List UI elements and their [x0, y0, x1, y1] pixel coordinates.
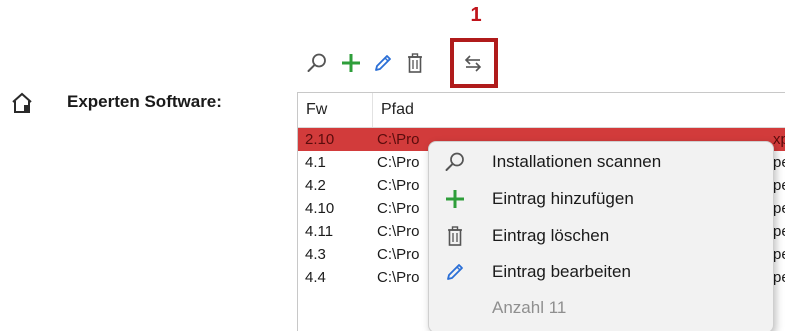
menu-item-eintrag-hinzufügen[interactable]: Eintrag hinzufügen: [429, 181, 773, 217]
table-header: Fw Pfad: [298, 93, 785, 128]
menu-item-eintrag-löschen[interactable]: Eintrag löschen: [429, 218, 773, 254]
search-icon: [307, 53, 326, 72]
page: 1 Experten Software: Fw Pfad 2.10 C:\Pro…: [0, 0, 785, 331]
pencil-icon: [443, 260, 467, 284]
menu-item-label: Eintrag hinzufügen: [492, 189, 634, 208]
cell-fw: 4.2: [305, 177, 326, 194]
cell-fw: 2.10: [305, 131, 335, 148]
cell-pfad-tail: pe: [773, 246, 785, 263]
toolbar: [302, 46, 502, 80]
cell-fw: 4.4: [305, 269, 326, 286]
delete-button[interactable]: [400, 46, 430, 80]
cell-fw: 4.10: [305, 200, 335, 217]
menu-item-label: Installationen scannen: [492, 152, 662, 171]
menu-item-label: Eintrag bearbeiten: [492, 262, 631, 281]
cell-fw: 4.11: [305, 223, 334, 240]
search-icon: [443, 150, 467, 174]
context-menu: Installationen scannen Eintrag hinzufügen…: [428, 141, 774, 331]
plus-icon: [342, 54, 360, 72]
edit-button[interactable]: [368, 46, 398, 80]
cell-pfad-tail: pe: [773, 177, 785, 194]
swap-arrows-icon: [464, 55, 482, 72]
column-separator[interactable]: [372, 93, 373, 127]
section-label: Experten Software:: [67, 92, 222, 111]
cell-fw: 4.1: [305, 154, 326, 171]
plus-icon: [443, 187, 467, 211]
column-header-fw[interactable]: Fw: [306, 93, 327, 127]
trash-icon: [443, 224, 467, 248]
cell-pfad-tail: pe: [773, 200, 785, 217]
cell-pfad-tail: pe: [773, 154, 785, 171]
swap-button[interactable]: [458, 46, 488, 80]
cell-pfad-tail: xp: [773, 131, 785, 148]
callout-number: 1: [470, 4, 482, 26]
menu-item-installationen-scannen[interactable]: Installationen scannen: [429, 144, 773, 180]
column-header-pfad[interactable]: Pfad: [381, 93, 414, 127]
cell-fw: 4.3: [305, 246, 326, 263]
menu-item-icon-placeholder: [443, 296, 467, 320]
cell-pfad-tail: pe: [773, 269, 785, 286]
menu-item-eintrag-bearbeiten[interactable]: Eintrag bearbeiten: [429, 254, 773, 290]
add-button[interactable]: [336, 46, 366, 80]
search-button[interactable]: [302, 46, 332, 80]
cell-pfad-tail: pe: [773, 223, 785, 240]
menu-item-label: Anzahl 11: [492, 298, 567, 317]
menu-item-anzahl-11: Anzahl 11: [429, 290, 773, 326]
trash-icon: [408, 53, 422, 73]
home-icon: [12, 92, 32, 113]
pencil-icon: [375, 55, 391, 71]
menu-item-label: Eintrag löschen: [492, 226, 610, 245]
